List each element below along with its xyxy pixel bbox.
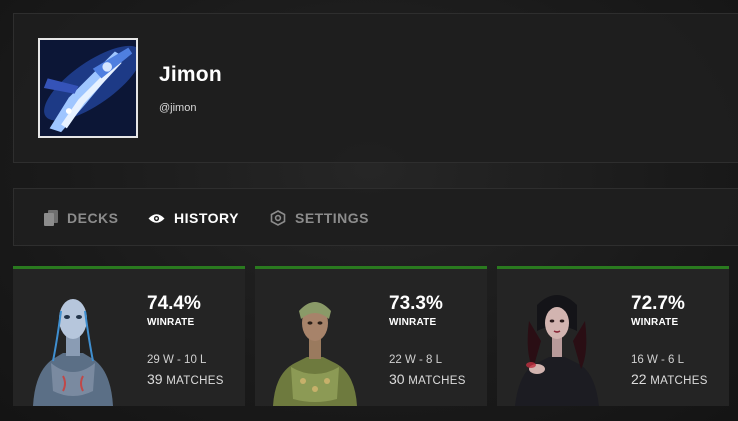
pale-blue-humanoid-portrait xyxy=(33,299,113,406)
tab-decks-label: DECKS xyxy=(67,210,119,226)
profile-nav-bar: DECKS HISTORY SETTINGS xyxy=(13,188,738,246)
win-loss-record: 16 W - 6 L xyxy=(631,354,685,366)
matches-number: 22 xyxy=(631,371,647,387)
tab-history-label: HISTORY xyxy=(174,210,239,226)
tab-settings[interactable]: SETTINGS xyxy=(270,189,369,247)
matches-number: 30 xyxy=(389,371,405,387)
win-loss-record: 29 W - 10 L xyxy=(147,354,207,366)
spaceship-avatar-image xyxy=(40,40,136,136)
history-card[interactable]: 73.3% WINRATE 22 W - 8 L 30 MATCHES xyxy=(255,266,487,406)
winrate-value: 74.4% xyxy=(147,293,201,314)
win-loss-record: 22 W - 8 L xyxy=(389,354,443,366)
green-armored-woman-portrait xyxy=(273,302,357,406)
tab-decks[interactable]: DECKS xyxy=(44,189,119,247)
winrate-label: WINRATE xyxy=(631,317,679,328)
profile-handle: @jimon xyxy=(159,102,197,114)
matches-label: MATCHES xyxy=(408,375,466,387)
matches-count: 22 MATCHES xyxy=(631,371,708,387)
eye-icon xyxy=(148,213,165,223)
history-card[interactable]: 74.4% WINRATE 29 W - 10 L 39 MATCHES xyxy=(13,266,245,406)
winrate-label: WINRATE xyxy=(147,317,195,328)
matches-count: 30 MATCHES xyxy=(389,371,466,387)
hexagon-gear-icon xyxy=(270,210,286,226)
matches-count: 39 MATCHES xyxy=(147,371,224,387)
matches-label: MATCHES xyxy=(166,375,224,387)
tab-settings-label: SETTINGS xyxy=(295,210,370,226)
matches-number: 39 xyxy=(147,371,163,387)
history-card[interactable]: 72.7% WINRATE 16 W - 6 L 22 MATCHES xyxy=(497,266,729,406)
deck-cards-icon xyxy=(44,210,58,226)
dark-hooded-woman-portrait xyxy=(515,295,599,406)
matches-label: MATCHES xyxy=(650,375,708,387)
profile-panel: Jimon @jimon xyxy=(13,13,738,163)
winrate-label: WINRATE xyxy=(389,317,437,328)
tab-history[interactable]: HISTORY xyxy=(148,189,239,247)
winrate-value: 73.3% xyxy=(389,293,443,314)
avatar[interactable] xyxy=(38,38,138,138)
profile-username: Jimon xyxy=(159,63,222,86)
winrate-value: 72.7% xyxy=(631,293,685,314)
